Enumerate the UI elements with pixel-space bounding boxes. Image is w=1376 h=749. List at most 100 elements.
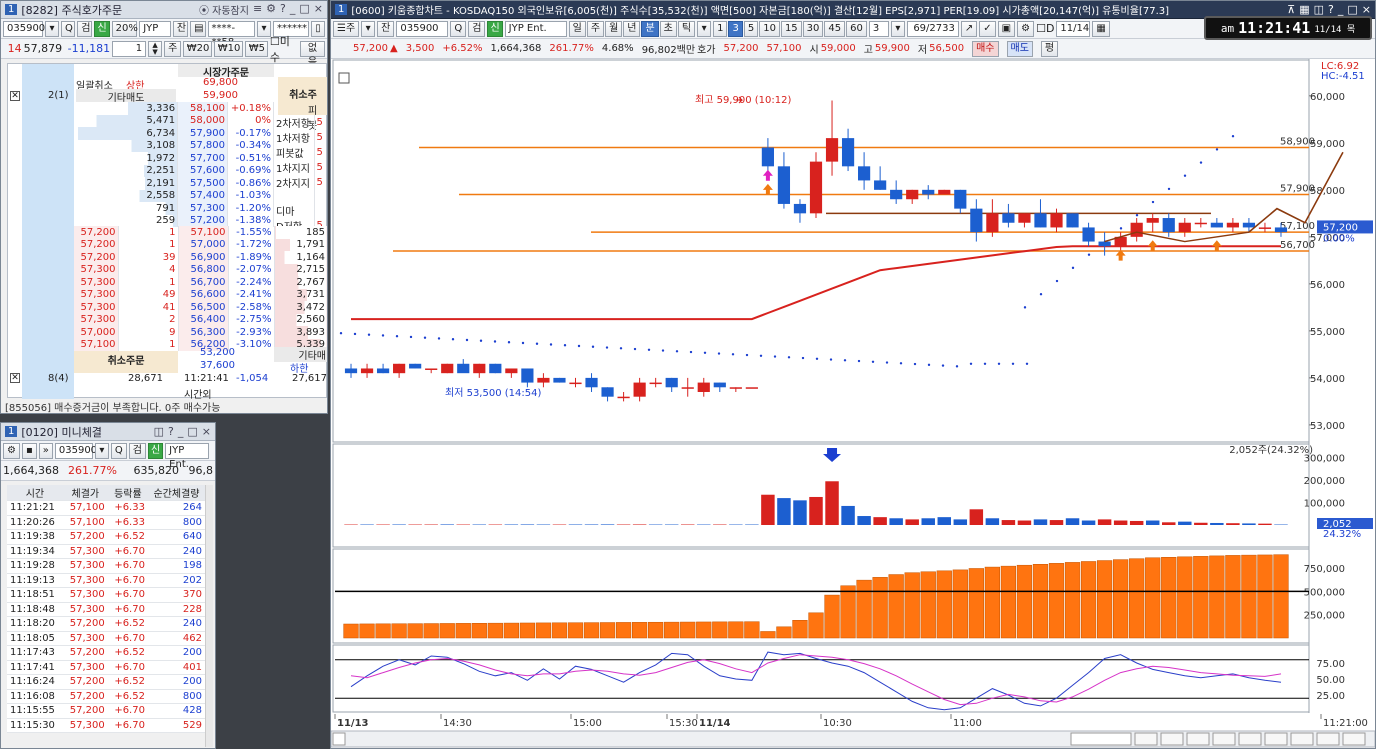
tool-icon[interactable]: ✓ bbox=[979, 20, 996, 37]
amount-5-button[interactable]: ₩5 bbox=[244, 40, 268, 57]
ask-row[interactable]: 3,336 58,100 +0.18% bbox=[74, 102, 274, 115]
bid-row[interactable]: 57,300 49 56,600 -2.41% 3,731 bbox=[74, 288, 327, 301]
ask-qty[interactable]: 791 bbox=[74, 202, 179, 215]
restore-icon[interactable]: ◫ bbox=[1314, 3, 1324, 16]
interval-number-button[interactable]: 60 bbox=[846, 20, 867, 37]
bid-qty[interactable]: 1,791 bbox=[274, 238, 327, 251]
balance-button[interactable]: 잔 bbox=[172, 20, 189, 37]
period-button[interactable]: 일 bbox=[568, 20, 586, 37]
bid-price[interactable]: 56,400 bbox=[178, 313, 229, 326]
period-button[interactable]: 월 bbox=[605, 20, 623, 37]
date-input[interactable]: 11/14 bbox=[1056, 20, 1091, 37]
market-button[interactable]: ▾ bbox=[361, 20, 376, 37]
account-field[interactable]: ****-**58 bbox=[207, 20, 255, 48]
zoom-icon[interactable]: ↗ bbox=[960, 20, 978, 37]
balance-button[interactable]: 잔 bbox=[377, 20, 395, 37]
ask-row[interactable]: 2,191 57,500 -0.86% bbox=[74, 177, 274, 190]
ask-row[interactable]: 2,251 57,600 -0.69% bbox=[74, 164, 274, 177]
code-dropdown-icon[interactable]: ▾ bbox=[45, 20, 59, 37]
stock-code-input[interactable]: 035900 bbox=[3, 20, 45, 37]
ask-qty[interactable]: 1,972 bbox=[74, 152, 179, 165]
other-sell-label[interactable]: 기타매도 bbox=[76, 89, 176, 104]
account-dropdown-icon[interactable]: ▾ bbox=[256, 20, 271, 37]
interval-input[interactable]: 3 bbox=[868, 20, 889, 37]
help-icon[interactable]: ? bbox=[168, 425, 174, 438]
ask-row[interactable]: 3,108 57,800 -0.34% bbox=[74, 139, 274, 152]
bid-qty[interactable]: 2,560 bbox=[274, 313, 327, 326]
search-icon[interactable]: Q bbox=[61, 20, 76, 37]
period-button[interactable]: 초 bbox=[659, 20, 677, 37]
ask-row[interactable]: 1,972 57,700 -0.51% bbox=[74, 152, 274, 165]
amount-20-button[interactable]: ₩20 bbox=[182, 40, 212, 57]
ask-qty[interactable]: 5,471 bbox=[74, 114, 179, 127]
bid-price[interactable]: 57,000 bbox=[178, 238, 229, 251]
search-icon[interactable]: Q bbox=[110, 442, 127, 459]
bid-price[interactable]: 56,600 bbox=[178, 288, 229, 301]
bid-row[interactable]: 57,300 41 56,500 -2.58% 3,472 bbox=[74, 301, 327, 314]
margin-badge[interactable]: 20% bbox=[111, 20, 138, 37]
interval-number-button[interactable]: 10 bbox=[759, 20, 780, 37]
ask-price[interactable]: 58,000 bbox=[177, 114, 228, 127]
maximize-icon[interactable]: □ bbox=[299, 2, 309, 17]
qty-input[interactable]: 1 bbox=[112, 40, 147, 57]
minute-period-button[interactable]: ▾ bbox=[697, 20, 712, 37]
minimize-icon[interactable]: _ bbox=[1338, 3, 1344, 16]
ask-price[interactable]: 57,400 bbox=[177, 189, 228, 202]
code-dropdown-icon[interactable]: ▾ bbox=[94, 442, 109, 459]
mini-scrollbar[interactable] bbox=[205, 485, 213, 747]
margin-check[interactable]: ☐미수 bbox=[270, 33, 298, 65]
interval-number-button[interactable]: 1 bbox=[713, 20, 728, 37]
bid-qty[interactable]: 185 bbox=[274, 226, 327, 239]
mini-window-titlebar[interactable]: 1 [0120] 미니체결 ◫ ? _ □ × bbox=[1, 423, 215, 441]
bid-qty[interactable]: 1,164 bbox=[274, 251, 327, 264]
expand-icon[interactable]: » bbox=[38, 442, 53, 459]
sell-button[interactable]: 매도 bbox=[1006, 40, 1033, 57]
interval-dropdown-icon[interactable]: ▾ bbox=[890, 20, 905, 37]
sum-select-x[interactable]: ✕ bbox=[10, 373, 20, 383]
mini-trade-row[interactable]: 11:17:41 57,300 +6.70 401 bbox=[7, 660, 205, 675]
save-icon[interactable]: ▣ bbox=[997, 20, 1016, 37]
interval-number-button[interactable]: 30 bbox=[802, 20, 824, 37]
period-button[interactable]: 분 bbox=[641, 20, 659, 37]
minimize-icon[interactable]: _ bbox=[290, 2, 296, 17]
bid-price[interactable]: 57,100 bbox=[178, 226, 229, 239]
ask-price[interactable]: 58,100 bbox=[177, 102, 228, 115]
mini-header-cell[interactable]: 시간 bbox=[7, 485, 63, 501]
settings-icon[interactable]: ⚙ bbox=[266, 2, 276, 17]
period-button[interactable]: 년 bbox=[623, 20, 641, 37]
maximize-icon[interactable]: □ bbox=[187, 425, 197, 438]
ask-qty[interactable]: 2,558 bbox=[74, 189, 179, 202]
mini-trade-row[interactable]: 11:16:08 57,200 +6.52 800 bbox=[7, 689, 205, 704]
count-input[interactable]: 69/2733 bbox=[906, 20, 959, 37]
ask-price[interactable]: 57,700 bbox=[177, 152, 228, 165]
chart-canvas[interactable]: 60,00059,00058,00057,00056,00055,00054,0… bbox=[331, 59, 1375, 749]
ask-qty[interactable]: 2,251 bbox=[74, 164, 179, 177]
interval-number-button[interactable]: 5 bbox=[743, 20, 759, 37]
bid-row[interactable]: 57,300 1 56,700 -2.24% 2,767 bbox=[74, 276, 327, 289]
mini-trade-row[interactable]: 11:19:34 57,300 +6.70 240 bbox=[7, 544, 205, 559]
interval-number-button[interactable]: 15 bbox=[780, 20, 802, 37]
ask-qty[interactable]: 3,336 bbox=[74, 102, 179, 115]
autolock-toggle[interactable]: ⦿ 자동잠지 bbox=[199, 2, 249, 17]
bid-price[interactable]: 56,300 bbox=[178, 326, 229, 339]
bid-row[interactable]: 57,200 1 57,000 -1.72% 1,791 bbox=[74, 238, 327, 251]
mini-header-cell[interactable]: 순간체결량 bbox=[147, 485, 205, 501]
qty-unit[interactable]: 주 bbox=[164, 40, 181, 57]
gear-icon[interactable]: ⚙ bbox=[3, 442, 20, 459]
chart-code-input[interactable]: 035900 bbox=[396, 20, 449, 37]
menu-icon[interactable]: ≡ bbox=[253, 2, 262, 17]
main-menu-button[interactable]: ☰주 bbox=[333, 20, 360, 37]
mini-header-cell[interactable]: 체결가 bbox=[62, 485, 108, 501]
row-select-x[interactable]: ✕ bbox=[10, 91, 20, 101]
bid-qty[interactable]: 3,472 bbox=[274, 301, 327, 314]
buy-button[interactable]: 매수 bbox=[972, 40, 999, 57]
close-icon[interactable]: × bbox=[314, 2, 323, 17]
ask-row[interactable]: 791 57,300 -1.20% bbox=[74, 202, 274, 215]
bid-qty[interactable]: 2,715 bbox=[274, 263, 327, 276]
bid-price[interactable]: 56,500 bbox=[178, 301, 229, 314]
mini-trade-row[interactable]: 11:18:48 57,300 +6.70 228 bbox=[7, 602, 205, 617]
bid-price[interactable]: 56,800 bbox=[178, 263, 229, 276]
close-icon[interactable]: × bbox=[1362, 3, 1371, 16]
mini-trade-row[interactable]: 11:17:43 57,200 +6.52 200 bbox=[7, 645, 205, 661]
doc-icon[interactable]: ▯ bbox=[310, 20, 325, 37]
